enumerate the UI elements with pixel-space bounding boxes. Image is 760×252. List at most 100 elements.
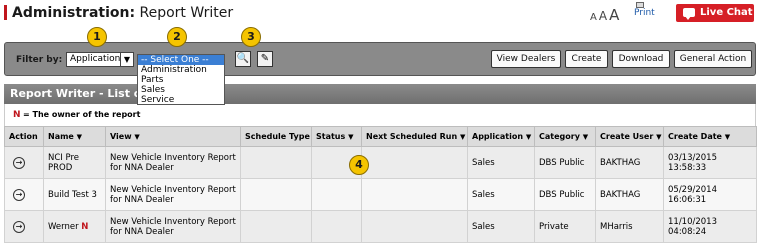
category-cell: Private: [534, 210, 596, 243]
general-action-button[interactable]: General Action: [674, 50, 752, 68]
column-label: Category: [539, 132, 580, 141]
create-date-cell: 05/29/2014 16:06:31: [663, 178, 757, 211]
view-cell: New Vehicle Inventory Report for NNA Dea…: [105, 178, 241, 211]
list-section-title: Report Writer - List of: [4, 84, 756, 104]
column-label: Name: [48, 132, 74, 141]
dropdown-option[interactable]: Service: [138, 95, 224, 105]
column-header-category[interactable]: Category ▼: [534, 126, 596, 147]
action-cell: →: [4, 178, 44, 211]
search-button[interactable]: 🔍: [235, 51, 251, 67]
callout-2: 2: [167, 27, 187, 47]
report-name: Werner: [48, 221, 79, 232]
callout-1: 1: [87, 27, 107, 47]
filter-value-dropdown[interactable]: -- Select One -- Administration Parts Sa…: [137, 54, 225, 105]
status-cell: [311, 178, 362, 211]
column-header-create-date[interactable]: Create Date ▼: [663, 126, 757, 147]
category-cell: DBS Public: [534, 146, 596, 179]
chat-bubble-icon: [683, 8, 695, 20]
page-title-section: Administration:: [12, 5, 136, 21]
dropdown-option[interactable]: -- Select One --: [138, 55, 224, 65]
clear-filter-button[interactable]: ✎: [257, 51, 273, 67]
page-title: Administration: Report Writer: [12, 4, 233, 22]
column-header-next-run[interactable]: Next Scheduled Run ▼: [361, 126, 468, 147]
table-row: → Build Test 3 New Vehicle Inventory Rep…: [4, 178, 757, 211]
column-header-status[interactable]: Status ▼: [311, 126, 362, 147]
owner-marker: N: [81, 221, 89, 232]
report-name: Build Test 3: [48, 189, 97, 200]
next-run-cell: [361, 178, 468, 211]
application-cell: Sales: [467, 146, 535, 179]
create-date-cell: 11/10/2013 04:08:24: [663, 210, 757, 243]
category-cell: DBS Public: [534, 178, 596, 211]
next-run-cell: [361, 146, 468, 179]
column-label: Status: [316, 132, 346, 141]
title-accent-bar: [4, 5, 7, 20]
print-link[interactable]: Print: [634, 8, 655, 18]
report-name: NCI Pre PROD: [48, 152, 80, 173]
sort-chevron-icon: ▼: [582, 133, 589, 141]
application-cell: Sales: [467, 210, 535, 243]
view-cell: New Vehicle Inventory Report for NNA Dea…: [105, 146, 241, 179]
text-size-controls: AAA: [590, 6, 619, 24]
create-date-cell: 03/13/2015 13:58:33: [663, 146, 757, 179]
status-cell: [311, 210, 362, 243]
filter-bar: Filter by: Application ▼ 🔍 ✎ View Dealer…: [4, 42, 756, 76]
create-user-cell: MHarris: [595, 210, 664, 243]
column-header-create-user[interactable]: Create User ▼: [595, 126, 664, 147]
magnifier-icon: 🔍: [236, 53, 250, 64]
circle-arrow-right-icon[interactable]: →: [13, 220, 25, 233]
live-chat-label: Live Chat: [700, 7, 753, 18]
column-label: Application: [472, 132, 524, 141]
column-header-schedule-type: Schedule Type: [240, 126, 312, 147]
column-header-name[interactable]: Name ▼: [43, 126, 106, 147]
filter-label: Filter by:: [16, 55, 63, 65]
filter-type-value: Application: [70, 54, 121, 64]
sort-chevron-icon: ▼: [348, 133, 354, 141]
live-chat-button[interactable]: Live Chat: [676, 4, 754, 22]
create-button[interactable]: Create: [565, 50, 608, 68]
sort-chevron-icon: ▼: [459, 133, 466, 141]
owner-legend-text: = The owner of the report: [23, 110, 141, 119]
page-title-name: Report Writer: [139, 5, 234, 21]
sort-chevron-icon: ▼: [76, 133, 83, 141]
dropdown-option[interactable]: Sales: [138, 85, 224, 95]
dropdown-option[interactable]: Parts: [138, 75, 224, 85]
page-header: Administration: Report Writer AAA Print …: [0, 0, 760, 36]
next-run-cell: [361, 210, 468, 243]
view-dealers-button[interactable]: View Dealers: [491, 50, 561, 68]
action-cell: →: [4, 210, 44, 243]
download-button[interactable]: Download: [612, 50, 670, 68]
circle-arrow-right-icon[interactable]: →: [13, 188, 25, 201]
create-user-cell: BAKTHAG: [595, 178, 664, 211]
column-header-view[interactable]: View ▼: [105, 126, 241, 147]
schedule-type-cell: [240, 146, 312, 179]
column-label: Create User: [600, 132, 654, 141]
schedule-type-cell: [240, 210, 312, 243]
dropdown-option[interactable]: Administration: [138, 65, 224, 75]
owner-marker: N: [13, 110, 21, 120]
text-size-medium[interactable]: A: [599, 9, 607, 23]
name-cell: Build Test 3: [43, 178, 106, 211]
column-label: Next Scheduled Run: [366, 132, 458, 141]
sort-chevron-icon: ▼: [134, 133, 140, 141]
table-header-row: Action Name ▼ View ▼ Schedule Type Statu…: [4, 126, 757, 147]
chevron-down-icon: ▼: [120, 53, 133, 66]
broom-icon: ✎: [260, 53, 270, 64]
column-label: View: [110, 132, 132, 141]
schedule-type-cell: [240, 178, 312, 211]
callout-3: 3: [241, 27, 261, 47]
name-cell: NCI Pre PROD: [43, 146, 106, 179]
table-row: → NCI Pre PROD New Vehicle Inventory Rep…: [4, 146, 757, 179]
sort-chevron-icon: ▼: [724, 133, 731, 141]
name-cell: Werner N: [43, 210, 106, 243]
table-row: → Werner N New Vehicle Inventory Report …: [4, 210, 757, 243]
view-cell: New Vehicle Inventory Report for NNA Dea…: [105, 210, 241, 243]
text-size-small[interactable]: A: [590, 12, 597, 23]
callout-4: 4: [349, 155, 369, 175]
circle-arrow-right-icon[interactable]: →: [13, 156, 25, 169]
application-cell: Sales: [467, 178, 535, 211]
text-size-large[interactable]: A: [609, 6, 619, 24]
column-header-action: Action: [4, 126, 44, 147]
filter-type-select[interactable]: Application ▼: [66, 52, 134, 67]
column-header-application[interactable]: Application ▼: [467, 126, 535, 147]
